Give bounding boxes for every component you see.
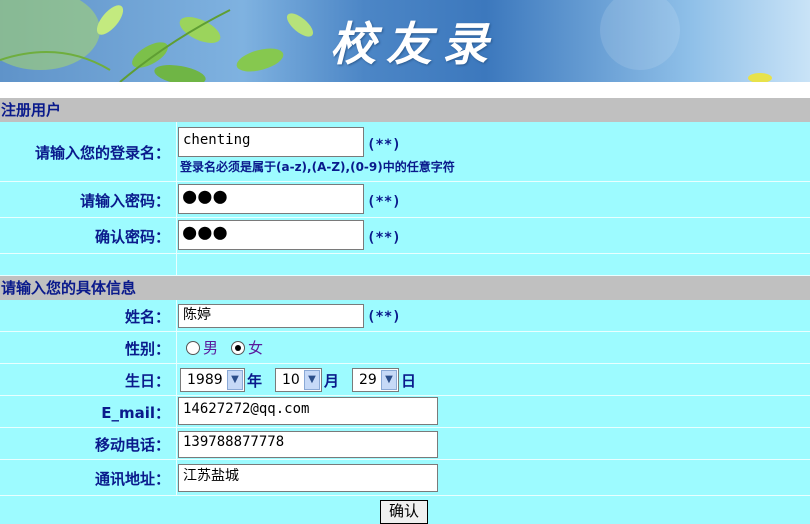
name-input[interactable]: 陈婷 — [178, 304, 364, 328]
row-divider — [176, 396, 177, 427]
password-input[interactable]: ●●● — [178, 184, 364, 214]
birth-day-value: 29 — [359, 372, 377, 388]
email-label: E_mail： — [101, 404, 170, 422]
row-name: 姓名： 陈婷 (**) — [0, 300, 810, 332]
row-divider — [176, 332, 177, 363]
section-details-title: 请输入您的具体信息 — [0, 276, 810, 300]
gender-male-radio[interactable] — [186, 341, 200, 355]
birth-year-value: 1989 — [187, 372, 223, 388]
email-input[interactable]: 14627272@qq.com — [178, 397, 438, 425]
submit-button[interactable]: 确认 — [380, 500, 428, 524]
row-divider — [176, 460, 177, 495]
row-divider — [176, 254, 177, 275]
row-divider — [176, 300, 177, 331]
username-required: (**) — [367, 137, 401, 153]
name-label: 姓名： — [124, 308, 170, 326]
row-password: 请输入密码： ●●● (**) — [0, 182, 810, 218]
row-divider — [176, 122, 177, 181]
birth-month-value: 10 — [282, 372, 300, 388]
address-label: 通讯地址： — [94, 470, 170, 488]
chevron-down-icon[interactable]: ▼ — [227, 370, 243, 390]
gender-female-label[interactable]: 女 — [248, 337, 263, 358]
chevron-down-icon[interactable]: ▼ — [304, 370, 320, 390]
password-required: (**) — [367, 194, 401, 210]
chevron-down-icon[interactable]: ▼ — [381, 370, 397, 390]
gender-female-radio[interactable] — [231, 341, 245, 355]
mobile-label: 移动电话： — [94, 436, 170, 454]
row-confirm-password: 确认密码： ●●● (**) — [0, 218, 810, 254]
confirm-password-input[interactable]: ●●● — [178, 220, 364, 250]
name-required: (**) — [367, 309, 401, 325]
row-username: 请输入您的登录名： chenting (**) 登录名必须是属于(a-z),(A… — [0, 122, 810, 182]
password-label: 请输入密码： — [79, 192, 170, 210]
banner-title: 校友录 — [330, 17, 498, 71]
row-gender: 性别： 男 女 — [0, 332, 810, 364]
row-birthday: 生日： 1989 ▼ 年 10 ▼ 月 29 ▼ 日 — [0, 364, 810, 396]
username-input[interactable]: chenting — [178, 127, 364, 157]
gender-male-label[interactable]: 男 — [203, 337, 218, 358]
row-empty — [0, 254, 810, 276]
row-address: 通讯地址： 江苏盐城 — [0, 460, 810, 496]
birth-year-select[interactable]: 1989 ▼ — [180, 368, 245, 392]
birth-month-unit: 月 — [324, 372, 340, 390]
birth-day-unit: 日 — [401, 372, 417, 390]
username-hint: 登录名必须是属于(a-z),(A-Z),(0-9)中的任意字符 — [180, 160, 455, 174]
section-register-title: 注册用户 — [0, 98, 810, 122]
confirm-password-label: 确认密码： — [94, 228, 170, 246]
row-divider — [176, 218, 177, 253]
confirm-password-required: (**) — [367, 230, 401, 246]
row-divider — [176, 364, 177, 395]
mobile-input[interactable]: 139788877778 — [178, 431, 438, 458]
gender-label: 性别： — [124, 340, 170, 358]
address-input[interactable]: 江苏盐城 — [178, 464, 438, 492]
birth-month-select[interactable]: 10 ▼ — [275, 368, 322, 392]
row-divider — [176, 428, 177, 459]
row-email: E_mail： 14627272@qq.com — [0, 396, 810, 428]
banner-gap — [0, 82, 810, 98]
birth-year-unit: 年 — [247, 372, 263, 390]
banner: 校友录 — [0, 0, 810, 82]
birth-day-select[interactable]: 29 ▼ — [352, 368, 399, 392]
birthday-label: 生日： — [124, 372, 170, 390]
username-label: 请输入您的登录名： — [34, 144, 170, 162]
row-mobile: 移动电话： 139788877778 — [0, 428, 810, 460]
row-divider — [176, 182, 177, 217]
